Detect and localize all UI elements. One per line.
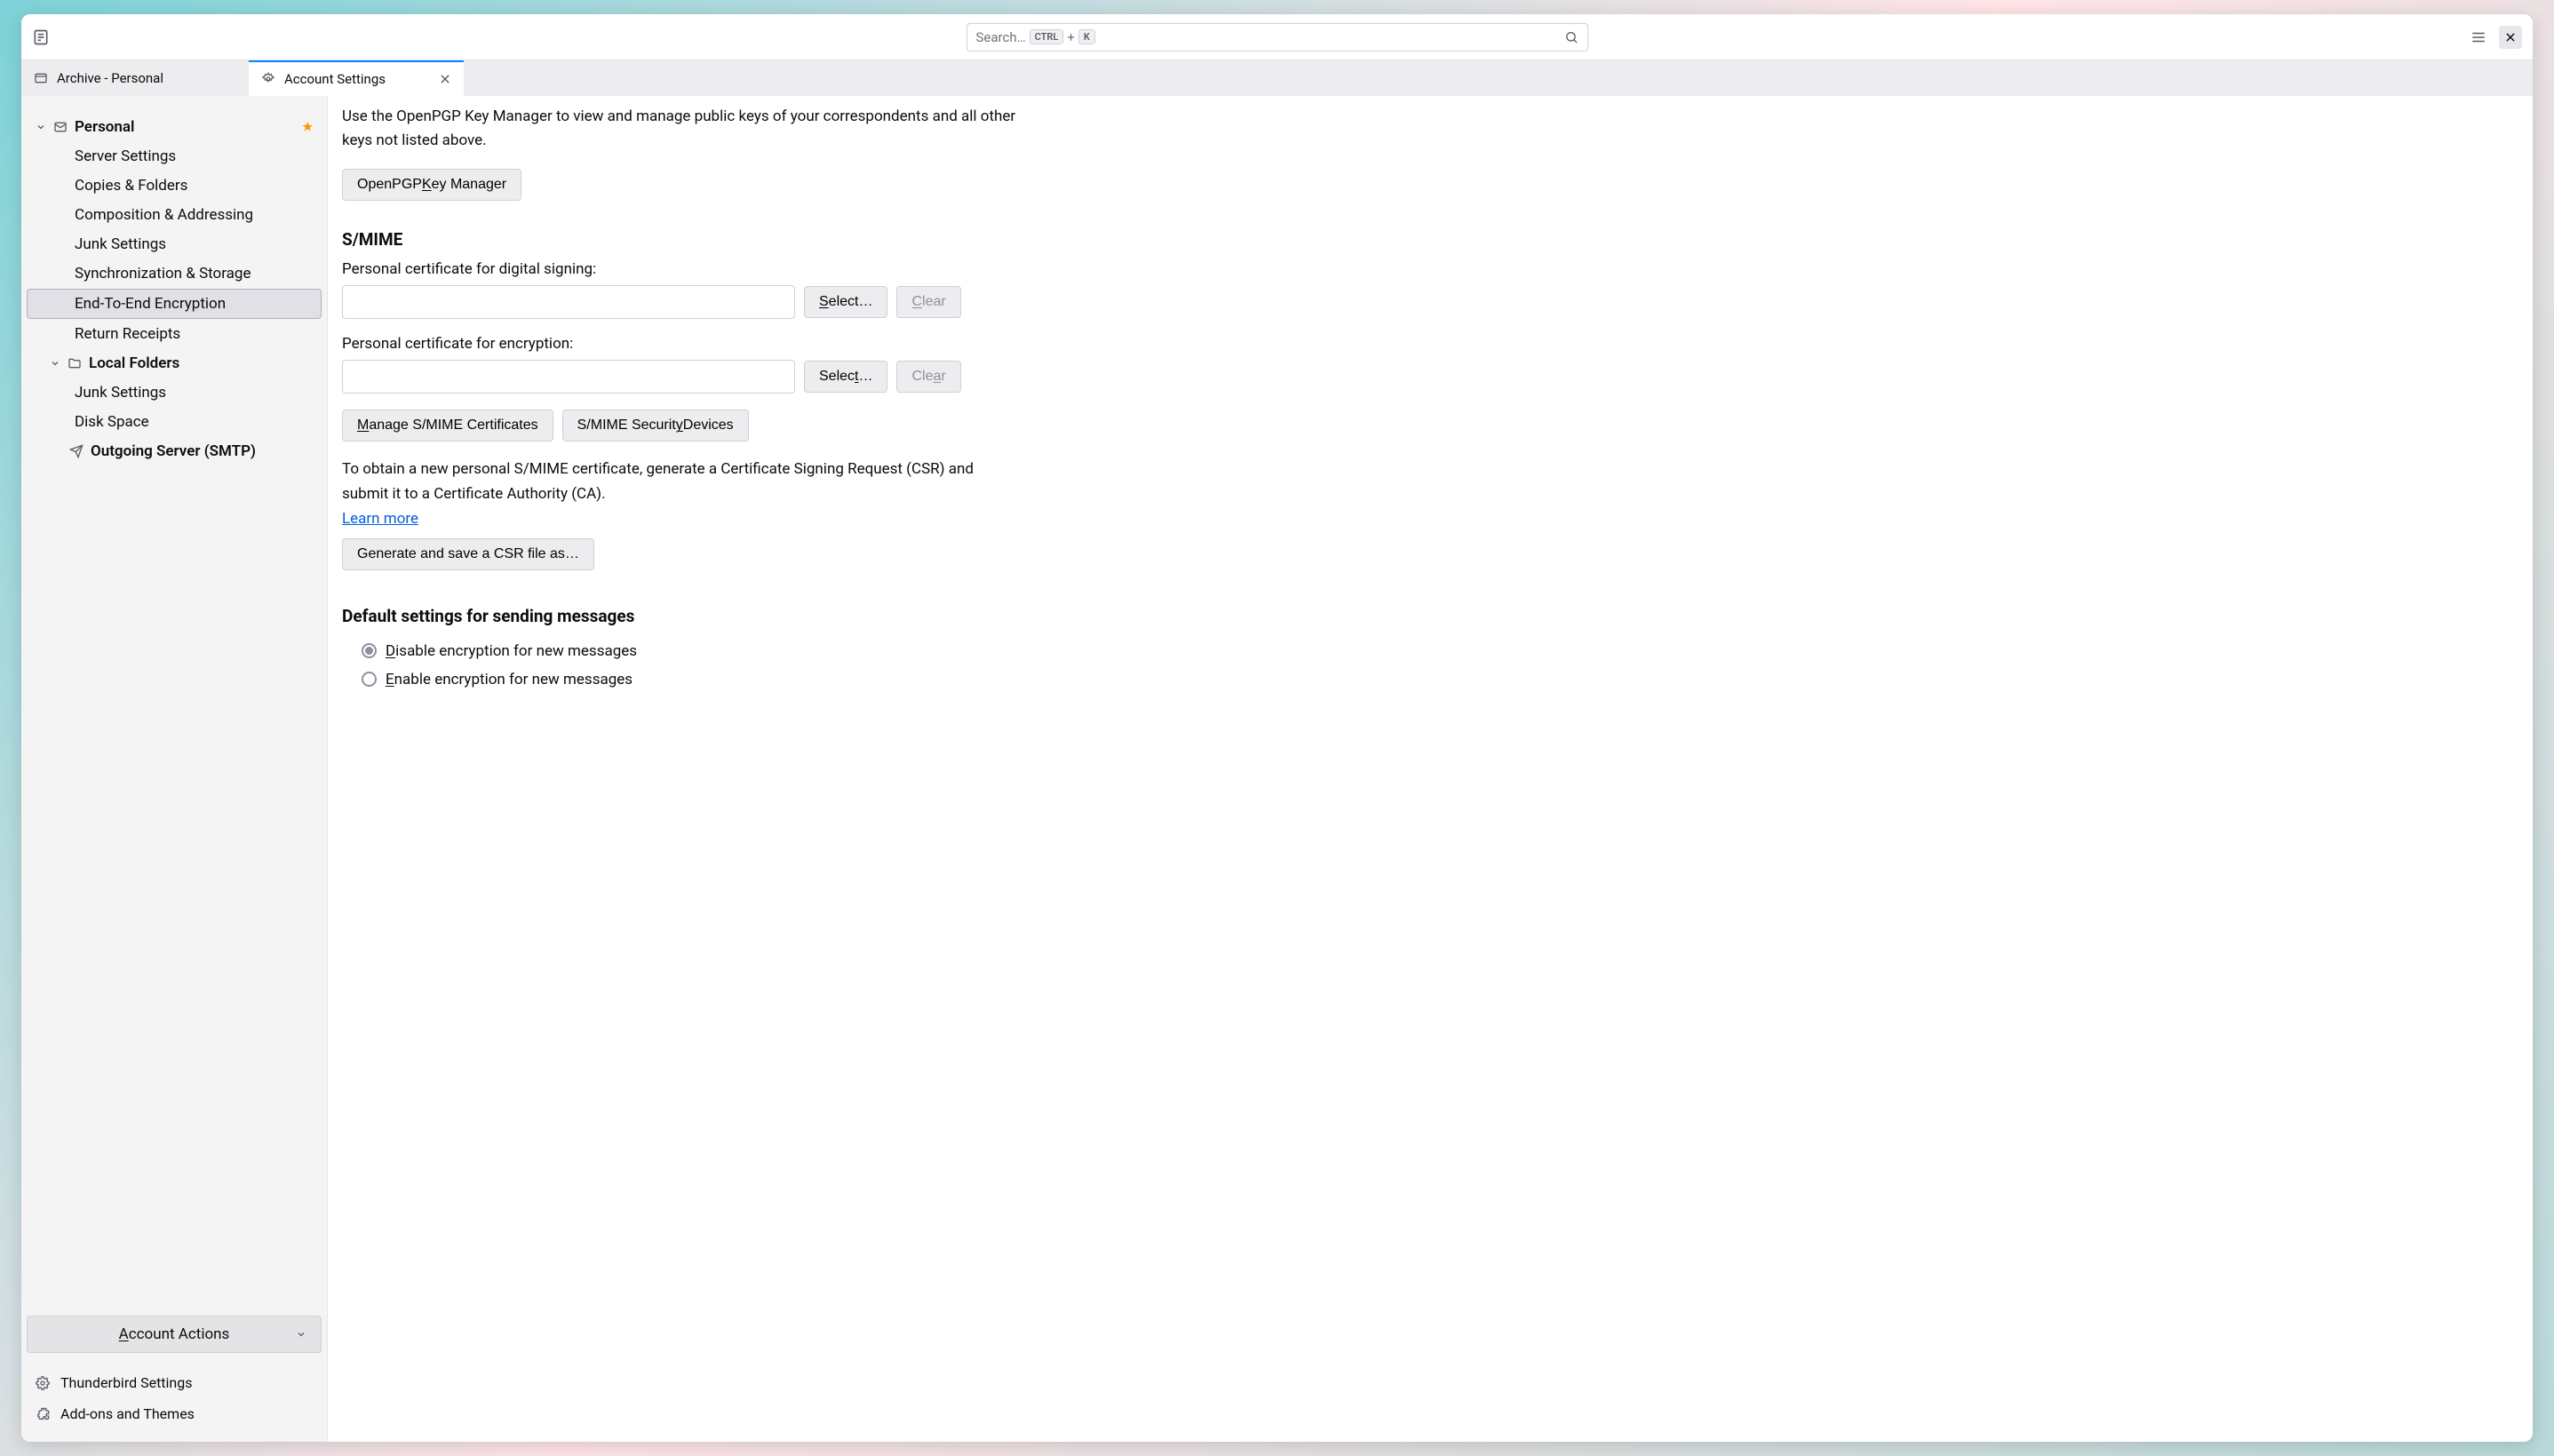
- encryption-row: Select… Clear: [342, 360, 2518, 394]
- clear-signing-button[interactable]: Clear: [896, 286, 960, 318]
- signing-label: Personal certificate for digital signing…: [342, 260, 2518, 278]
- sidebar-item-junk-settings[interactable]: Junk Settings: [27, 230, 322, 259]
- radio-enable-encryption[interactable]: Enable encryption for new messages: [342, 665, 2518, 694]
- tab-label: Archive - Personal: [57, 70, 163, 86]
- learn-more-link[interactable]: Learn more: [342, 510, 418, 528]
- kbd-k: K: [1078, 29, 1095, 44]
- signing-row: Select… Clear: [342, 285, 2518, 319]
- search-wrapper: Search… CTRL + K: [341, 23, 2213, 52]
- sidebar: Personal ★ Server Settings Copies & Fold…: [21, 96, 328, 1442]
- tabstrip: Archive - Personal Account Settings: [21, 60, 2533, 96]
- clear-encryption-button[interactable]: Clear: [896, 361, 960, 393]
- account-smtp[interactable]: Outgoing Server (SMTP): [27, 437, 322, 465]
- kbd-plus: +: [1067, 29, 1075, 45]
- radio-icon: [362, 643, 377, 658]
- addons-themes-link[interactable]: Add-ons and Themes: [27, 1398, 322, 1429]
- default-settings-heading: Default settings for sending messages: [342, 606, 2518, 626]
- search-placeholder-text: Search…: [976, 29, 1026, 45]
- sidebar-item-copies-folders[interactable]: Copies & Folders: [27, 171, 322, 200]
- link-label: Thunderbird Settings: [60, 1374, 193, 1391]
- tab-archive-personal[interactable]: Archive - Personal: [21, 60, 249, 96]
- openpgp-key-manager-button[interactable]: OpenPGP Key Manager: [342, 169, 521, 201]
- titlebar-right: [2220, 26, 2522, 49]
- encryption-label: Personal certificate for encryption:: [342, 335, 2518, 353]
- sidebar-item-disk-space[interactable]: Disk Space: [27, 408, 322, 436]
- account-local-folders[interactable]: Local Folders: [27, 349, 322, 378]
- select-encryption-button[interactable]: Select…: [804, 361, 887, 393]
- folder-icon: [34, 71, 48, 85]
- signing-cert-input[interactable]: [342, 285, 795, 319]
- search-placeholder: Search… CTRL + K: [976, 29, 1564, 45]
- content: Use the OpenPGP Key Manager to view and …: [328, 96, 2533, 1442]
- main: Personal ★ Server Settings Copies & Fold…: [21, 96, 2533, 1442]
- puzzle-icon: [36, 1407, 50, 1421]
- settings-badge-icon: [261, 72, 275, 86]
- btn-label: Account Actions: [119, 1325, 230, 1343]
- sidebar-item-return-receipts[interactable]: Return Receipts: [27, 320, 322, 348]
- search-input[interactable]: Search… CTRL + K: [967, 23, 1588, 52]
- titlebar-left: [32, 28, 334, 46]
- tab-close-icon[interactable]: [439, 73, 451, 85]
- sidebar-item-junk-settings[interactable]: Junk Settings: [27, 378, 322, 407]
- account-name: Outgoing Server (SMTP): [91, 442, 256, 460]
- titlebar: Search… CTRL + K: [21, 14, 2533, 60]
- csr-info-text: To obtain a new personal S/MIME certific…: [342, 457, 982, 505]
- star-icon: ★: [302, 121, 313, 134]
- radio-icon: [362, 672, 377, 687]
- kbd-ctrl: CTRL: [1030, 29, 1064, 44]
- hamburger-icon[interactable]: [2470, 29, 2486, 45]
- sidebar-item-e2e-encryption[interactable]: End-To-End Encryption: [27, 289, 322, 319]
- account-actions-button[interactable]: Account Actions: [27, 1316, 322, 1353]
- sidebar-item-composition-addressing[interactable]: Composition & Addressing: [27, 201, 322, 229]
- radio-disable-encryption[interactable]: Disable encryption for new messages: [342, 637, 2518, 665]
- close-icon: [2504, 31, 2517, 44]
- address-book-icon[interactable]: [32, 28, 50, 46]
- generate-csr-button[interactable]: Generate and save a CSR file as…: [342, 538, 594, 570]
- chevron-down-icon: [50, 358, 60, 369]
- sidebar-item-server-settings[interactable]: Server Settings: [27, 142, 322, 171]
- search-icon: [1564, 30, 1579, 44]
- sidebar-item-sync-storage[interactable]: Synchronization & Storage: [27, 259, 322, 288]
- send-icon: [69, 444, 84, 458]
- thunderbird-settings-link[interactable]: Thunderbird Settings: [27, 1367, 322, 1398]
- folder-icon: [68, 356, 82, 370]
- account-tree: Personal ★ Server Settings Copies & Fold…: [27, 112, 322, 1300]
- mail-icon: [53, 120, 68, 134]
- select-signing-button[interactable]: Select…: [804, 286, 887, 318]
- tab-account-settings[interactable]: Account Settings: [249, 60, 464, 96]
- smime-btn-row: Manage S/MIME Certificates S/MIME Securi…: [342, 410, 2518, 442]
- window-close-button[interactable]: [2499, 26, 2522, 49]
- manage-smime-button[interactable]: Manage S/MIME Certificates: [342, 410, 553, 442]
- account-name: Local Folders: [89, 354, 179, 372]
- radio-label: Enable encryption for new messages: [386, 671, 633, 688]
- account-personal[interactable]: Personal ★: [27, 113, 322, 141]
- chevron-down-icon: [296, 1329, 306, 1340]
- encryption-cert-input[interactable]: [342, 360, 795, 394]
- chevron-down-icon: [36, 122, 46, 132]
- account-name: Personal: [75, 118, 134, 136]
- smime-heading: S/MIME: [342, 229, 2518, 250]
- radio-label: Disable encryption for new messages: [386, 642, 637, 660]
- app-window: Search… CTRL + K Archive - Personal Acco…: [21, 14, 2533, 1442]
- gear-icon: [36, 1376, 50, 1390]
- link-label: Add-ons and Themes: [60, 1405, 195, 1422]
- tab-label: Account Settings: [284, 71, 386, 87]
- smime-devices-button[interactable]: S/MIME Security Devices: [562, 410, 749, 442]
- openpgp-info-text: Use the OpenPGP Key Manager to view and …: [342, 105, 1017, 153]
